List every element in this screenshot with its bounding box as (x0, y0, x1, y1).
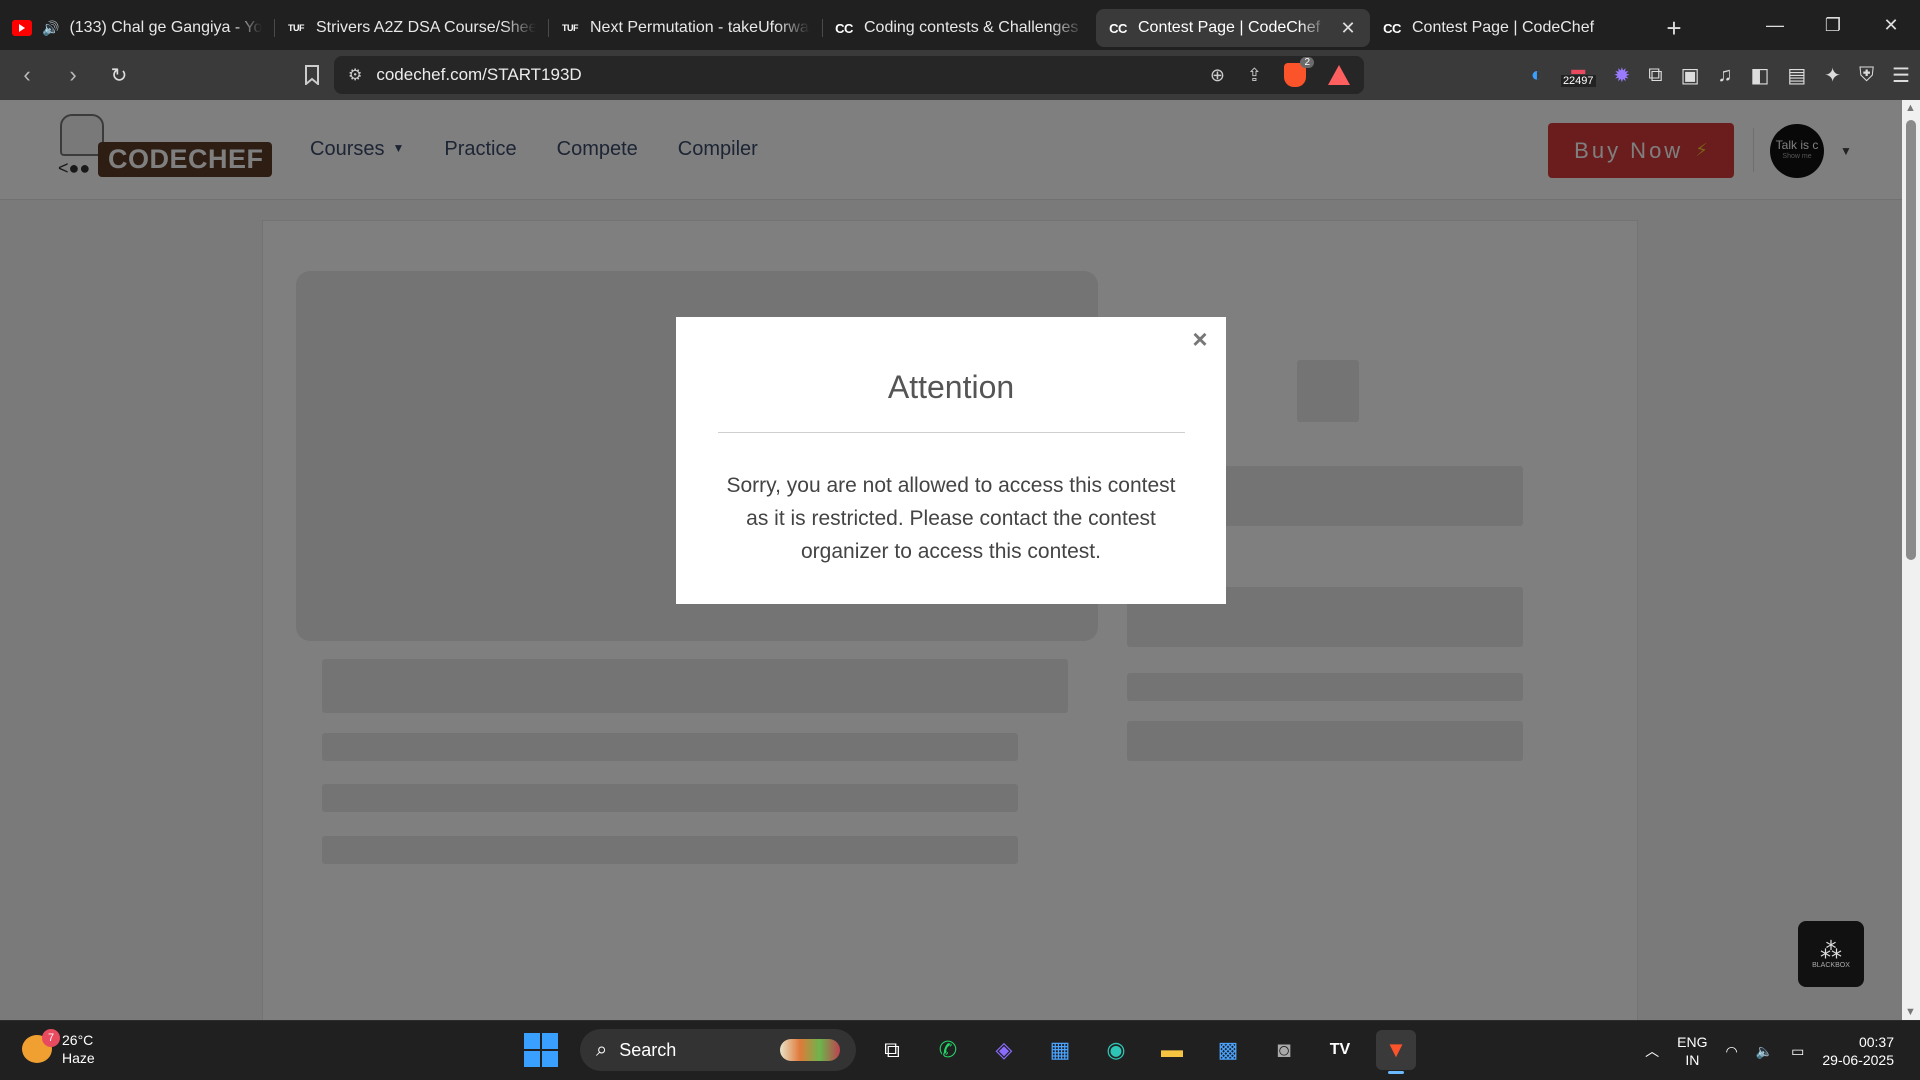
battery-icon[interactable]: ▭ (1791, 1043, 1804, 1060)
region-code: IN (1685, 1052, 1700, 1068)
tab-title: (133) Chal ge Gangiya - YouT (69, 19, 262, 36)
volume-icon[interactable]: 🔈 (1756, 1043, 1773, 1060)
camera-icon[interactable]: ◙ (1264, 1030, 1304, 1070)
share-icon[interactable]: ⇪ (1247, 65, 1262, 86)
weather-temp: 26°C (62, 1032, 94, 1048)
notepad-icon[interactable]: ▦ (1040, 1030, 1080, 1070)
speaker-icon[interactable]: 🔊 (42, 20, 59, 37)
minimize-icon[interactable]: — (1746, 0, 1804, 50)
search-icon: ⌕ (596, 1038, 608, 1061)
close-modal-icon[interactable]: × (1188, 326, 1212, 352)
wifi-icon[interactable]: ◠ (1725, 1043, 1737, 1060)
microsoft-store-icon[interactable]: ▩ (1208, 1030, 1248, 1070)
scrollbar-thumb[interactable] (1906, 120, 1916, 560)
blackbox-widget[interactable]: ⁂ BLACKBOX (1798, 921, 1864, 987)
copilot-icon[interactable]: ◈ (984, 1030, 1024, 1070)
tab-title: Contest Page | CodeChef (1412, 19, 1595, 36)
close-window-icon[interactable]: ✕ (1862, 0, 1920, 50)
search-highlight-icon (780, 1039, 840, 1061)
tab-strivers-sheet[interactable]: TUF Strivers A2Z DSA Course/Sheet - (274, 9, 548, 47)
weather-badge: 7 (42, 1029, 60, 1047)
menu-icon[interactable]: ☰ (1892, 63, 1910, 88)
url-text[interactable]: codechef.com/START193D (376, 65, 1209, 85)
bookmark-icon[interactable] (294, 56, 330, 94)
restore-icon[interactable]: ❐ (1804, 0, 1862, 50)
blackbox-icon: ⁂ (1820, 937, 1842, 963)
new-tab-button[interactable]: + (1654, 9, 1694, 47)
edge-icon[interactable]: ◉ (1096, 1030, 1136, 1070)
tab-title: Coding contests & Challenges (864, 19, 1079, 36)
codechef-icon: CC (1383, 20, 1401, 36)
clock-time: 00:37 (1858, 1034, 1894, 1050)
windows-start-icon[interactable] (524, 1033, 558, 1067)
lang-code: ENG (1677, 1034, 1708, 1050)
tuf-icon: TUF (288, 23, 305, 33)
brave-shields-icon[interactable]: 2 (1284, 57, 1314, 87)
modal-title: Attention (887, 369, 1015, 405)
codechef-icon: CC (835, 20, 853, 36)
zoom-icon[interactable]: ⊕ (1210, 65, 1225, 86)
search-label: Search (619, 1039, 677, 1060)
modal-message: Sorry, you are not allowed to access thi… (726, 474, 1176, 563)
scroll-down-icon[interactable]: ▼ (1905, 1006, 1916, 1018)
back-icon[interactable]: ‹ (8, 56, 46, 94)
whatsapp-icon[interactable]: ✆ (928, 1030, 968, 1070)
weather-desc: Haze (62, 1050, 95, 1066)
vpn-icon[interactable]: ◐ (1531, 64, 1543, 87)
extension-counter-icon[interactable]: ▬ 22497 (1560, 62, 1596, 87)
tab-title: Next Permutation - takeUforwar (590, 19, 810, 36)
screenshot-icon[interactable]: ▣ (1681, 63, 1700, 88)
extensions-area: ◐ ▬ 22497 ✹ ⧉ ▣ ♫ ◧ ▤ ✦ ⛨ ☰ (1531, 50, 1910, 100)
weather-widget[interactable]: 7 26°C Haze (22, 1029, 95, 1067)
tab-youtube[interactable]: 🔊 (133) Chal ge Gangiya - YouT (0, 9, 274, 47)
taskbar-search[interactable]: ⌕ Search (580, 1029, 856, 1071)
leo-ai-icon[interactable]: ✦ (1824, 63, 1841, 88)
site-settings-icon[interactable]: ⚙ (348, 65, 362, 85)
window-controls: — ❐ ✕ (1746, 0, 1920, 50)
blackbox-label: BLACKBOX (1812, 961, 1850, 969)
tab-title: Strivers A2Z DSA Course/Sheet - (316, 19, 536, 36)
tuf-icon: TUF (562, 23, 579, 33)
tab-coding-contests[interactable]: CC Coding contests & Challenges (822, 9, 1096, 47)
settings-gear-icon[interactable]: ✹ (1614, 63, 1631, 88)
system-tray: ︿ ENG IN ◠ 🔈 ▭ 00:37 29-06-2025 (1645, 1021, 1920, 1080)
language-indicator[interactable]: ENG IN (1677, 1033, 1707, 1069)
windows-taskbar: 7 26°C Haze ⌕ Search ⧉ ✆ ◈ ▦ ◉ ▬ ▩ ◙ TV … (0, 1020, 1920, 1080)
brave-browser-icon[interactable]: ▼ (1376, 1030, 1416, 1074)
chevron-up-icon[interactable]: ︿ (1645, 1041, 1659, 1061)
extensions-puzzle-icon[interactable]: ⧉ (1648, 64, 1662, 87)
weather-haze-icon: 7 (22, 1029, 60, 1063)
sidebar-icon[interactable]: ◧ (1750, 63, 1769, 88)
brave-rewards-icon[interactable] (1328, 65, 1350, 85)
tradingview-icon[interactable]: TV (1320, 1030, 1360, 1070)
modal-divider (717, 432, 1185, 433)
media-icon[interactable]: ♫ (1717, 64, 1732, 87)
reload-icon[interactable]: ↻ (100, 56, 138, 94)
shields-count-badge: 2 (1300, 57, 1314, 68)
tab-next-permutation[interactable]: TUF Next Permutation - takeUforwar (548, 9, 822, 47)
tab-contest-page-active[interactable]: CC Contest Page | CodeChef ✕ (1096, 9, 1370, 47)
address-bar[interactable]: ⚙ codechef.com/START193D ⊕ ⇪ 2 (334, 56, 1364, 94)
taskbar-apps: ⌕ Search ⧉ ✆ ◈ ▦ ◉ ▬ ▩ ◙ TV ▼ (524, 1029, 1416, 1074)
tab-title: Contest Page | CodeChef (1138, 19, 1321, 36)
close-tab-icon[interactable]: ✕ (1338, 18, 1358, 39)
codechef-icon: CC (1109, 20, 1127, 36)
tab-contest-page[interactable]: CC Contest Page | CodeChef (1370, 9, 1644, 47)
file-explorer-icon[interactable]: ▬ (1152, 1030, 1192, 1070)
youtube-icon (12, 20, 32, 36)
forward-icon[interactable]: › (54, 56, 92, 94)
browser-toolbar: ‹ › ↻ ⚙ codechef.com/START193D ⊕ ⇪ 2 ◐ ▬… (0, 50, 1920, 100)
scroll-up-icon[interactable]: ▲ (1905, 102, 1916, 114)
clock[interactable]: 00:37 29-06-2025 (1822, 1033, 1894, 1069)
extension-counter: 22497 (1560, 75, 1596, 87)
page-scrollbar[interactable]: ▲ ▼ (1902, 100, 1920, 1020)
vpn-shield-icon[interactable]: ⛨ (1859, 64, 1874, 87)
wallet-icon[interactable]: ▤ (1787, 63, 1806, 88)
clock-date: 29-06-2025 (1822, 1052, 1894, 1068)
attention-modal: × Attention Sorry, you are not allowed t… (676, 317, 1226, 604)
browser-tab-bar: 🔊 (133) Chal ge Gangiya - YouT TUF Striv… (0, 0, 1920, 50)
task-view-icon[interactable]: ⧉ (872, 1030, 912, 1070)
